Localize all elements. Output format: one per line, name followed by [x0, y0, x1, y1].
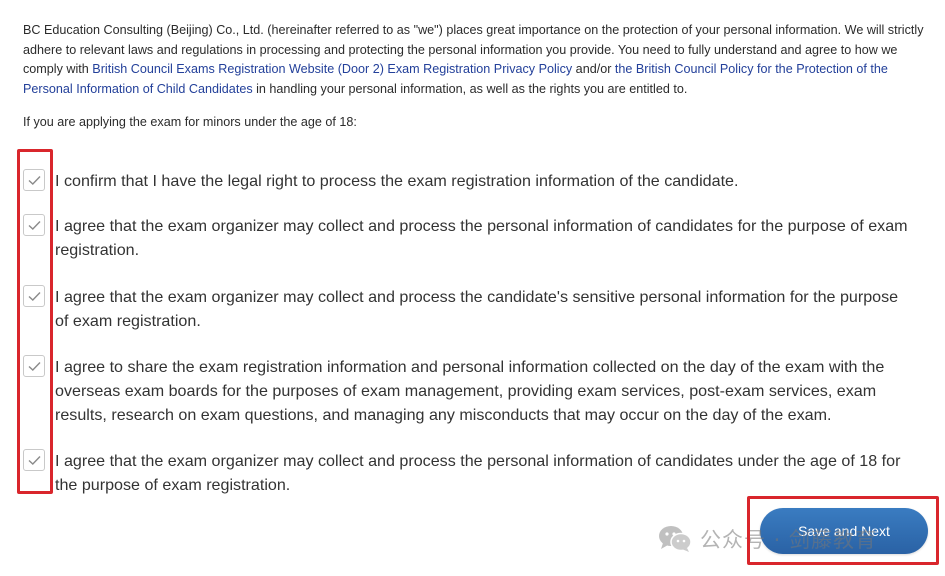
checkbox-highlight-frame [17, 149, 53, 494]
privacy-policy-link[interactable]: British Council Exams Registration Websi… [92, 62, 572, 76]
minors-note: If you are applying the exam for minors … [23, 115, 357, 129]
consent-page: BC Education Consulting (Beijing) Co., L… [0, 0, 945, 576]
consent-text-share-overseas: I agree to share the exam registration i… [55, 358, 885, 424]
privacy-intro: BC Education Consulting (Beijing) Co., L… [23, 21, 931, 99]
consent-text-sensitive-info: I agree that the exam organizer may coll… [55, 288, 899, 330]
button-highlight-frame [747, 496, 939, 565]
wechat-icon [659, 526, 692, 552]
consent-text-minors-info: I agree that the exam organizer may coll… [55, 452, 901, 494]
consent-text-legal-right: I confirm that I have the legal right to… [55, 172, 739, 190]
intro-text-2: and/or [572, 62, 615, 77]
intro-text-3: in handling your personal information, a… [252, 81, 688, 96]
consent-text-collect-personal-info: I agree that the exam organizer may coll… [55, 217, 908, 259]
